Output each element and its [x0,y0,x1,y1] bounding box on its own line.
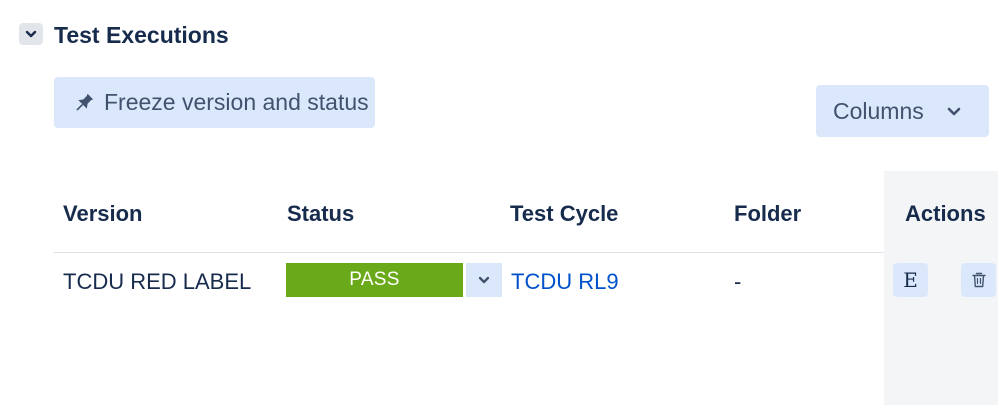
trash-icon [971,272,986,288]
folder-cell: - [734,269,742,294]
columns-button-label: Columns [833,97,924,124]
section-title: Test Executions [54,22,229,48]
columns-button[interactable]: Columns [816,85,989,137]
chevron-down-icon [478,276,490,284]
chevron-down-icon [25,30,37,38]
column-header-test-cycle[interactable]: Test Cycle [510,200,618,228]
status-dropdown-button[interactable] [466,263,502,297]
edit-execution-button[interactable]: E [893,263,928,297]
delete-execution-button[interactable] [961,263,996,297]
status-badge[interactable]: PASS [286,263,463,297]
section-collapse-toggle[interactable] [19,23,43,45]
table-header-divider [54,252,884,253]
column-header-status[interactable]: Status [287,200,354,228]
test-cycle-link[interactable]: TCDU RL9 [511,268,619,296]
chevron-down-icon [946,103,962,119]
freeze-button-label: Freeze version and status [104,89,369,115]
column-header-actions: Actions [905,201,986,226]
column-header-folder[interactable]: Folder [734,200,801,228]
pin-icon [71,90,97,116]
version-cell: TCDU RED LABEL [63,269,252,294]
freeze-version-status-button[interactable]: Freeze version and status [54,77,375,128]
column-header-version[interactable]: Version [63,200,142,228]
